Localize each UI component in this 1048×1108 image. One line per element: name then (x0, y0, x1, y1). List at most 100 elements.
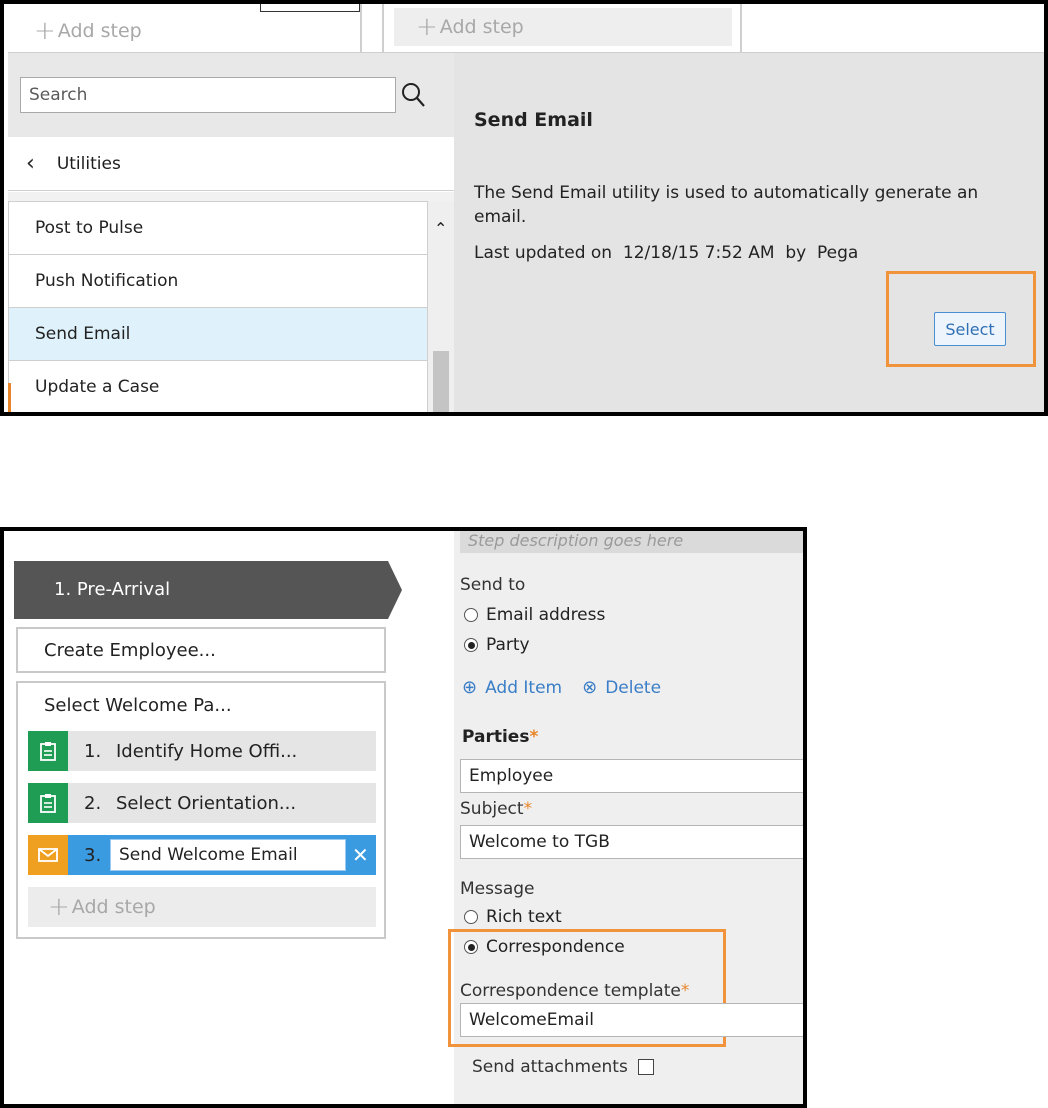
process-title: Create Employee... (44, 640, 216, 661)
step-name: Select Orientation... (116, 793, 297, 814)
column-divider (360, 4, 362, 52)
radio-button[interactable] (464, 608, 478, 622)
clipboard-icon (28, 731, 68, 771)
radio-label: Rich text (486, 907, 562, 927)
scrollbar-thumb[interactable] (433, 351, 449, 412)
template-input[interactable] (460, 1003, 803, 1037)
send-to-label: Send to (460, 575, 526, 595)
template-label-text: Correspondence template (460, 981, 681, 1001)
radio-party[interactable]: Party (464, 635, 530, 655)
radio-label: Party (486, 635, 530, 655)
detail-title: Send Email (474, 109, 593, 131)
message-label: Message (460, 879, 535, 899)
step-select-orientation[interactable]: 2. Select Orientation... (28, 783, 376, 823)
parties-label-text: Parties (462, 727, 530, 747)
utility-list: Post to Pulse Push Notification Send Ema… (8, 201, 428, 412)
edge-marker (8, 383, 11, 412)
add-item-link[interactable]: Add Item (485, 678, 562, 698)
column-divider (740, 4, 742, 52)
step-number: 1. (84, 741, 102, 762)
radio-button[interactable] (464, 910, 478, 924)
select-button[interactable]: Select (934, 312, 1006, 346)
send-attachments-checkbox[interactable] (637, 1059, 654, 1075)
add-step-button[interactable]: + Add step (28, 887, 376, 927)
stage-header[interactable]: 1. Pre-Arrival (14, 561, 402, 619)
chevron-up-icon[interactable]: ⌃ (434, 219, 447, 238)
back-to-utilities[interactable]: ‹ Utilities (8, 137, 454, 191)
send-email-config-panel: 1. Pre-Arrival Create Employee... Select… (0, 527, 807, 1108)
back-label: Utilities (56, 153, 121, 174)
radio-rich-text[interactable]: Rich text (464, 907, 562, 927)
add-step-label: Add step (439, 16, 524, 38)
add-step-label: Add step (57, 20, 142, 42)
tab-edge (260, 4, 360, 12)
attachments-label: Send attachments (472, 1057, 628, 1077)
chevron-left-icon: ‹ (26, 151, 35, 176)
updated-prefix: Last updated on (474, 243, 613, 263)
updated-by-prefix: by (785, 243, 807, 263)
add-circle-icon[interactable]: ⊕ (462, 677, 477, 698)
add-step-label: Add step (71, 896, 156, 918)
envelope-icon (28, 835, 68, 875)
list-item-label: Post to Pulse (35, 218, 144, 238)
search-input[interactable] (20, 77, 396, 113)
add-step-label-right[interactable]: + Add step (416, 14, 524, 40)
step-properties-form: Step description goes here Send to Email… (448, 531, 803, 1104)
utility-popover: ‹ Utilities Post to Pulse Push Notificat… (8, 52, 1044, 412)
step-number: 3. (84, 845, 102, 866)
list-item-label: Update a Case (35, 377, 160, 397)
template-label: Correspondence template* (460, 981, 689, 1001)
plus-icon: + (34, 16, 56, 46)
radio-button-selected[interactable] (464, 940, 478, 954)
subject-input[interactable] (460, 825, 803, 859)
step-number: 2. (84, 793, 102, 814)
close-icon[interactable]: ✕ (352, 843, 369, 867)
list-item-update-a-case[interactable]: Update a Case (9, 361, 427, 412)
delete-link[interactable]: Delete (605, 678, 661, 698)
list-item-push-notification[interactable]: Push Notification (9, 255, 427, 308)
plus-icon: + (48, 892, 70, 922)
step-name-input[interactable] (110, 839, 346, 871)
process-title: Select Welcome Pa... (44, 695, 232, 716)
utility-detail-pane: Send Email The Send Email utility is use… (454, 53, 1044, 412)
add-step-button-left[interactable]: + Add step (34, 18, 142, 44)
radio-email-address[interactable]: Email address (464, 605, 605, 625)
detail-description: The Send Email utility is used to automa… (474, 183, 979, 227)
list-item-post-to-pulse[interactable]: Post to Pulse (9, 202, 427, 255)
list-item-label: Send Email (35, 324, 131, 344)
process-select-welcome[interactable]: Select Welcome Pa... 1. Identify Home Of… (16, 681, 386, 939)
column-divider (382, 4, 384, 52)
updated-date: 12/18/15 7:52 AM (622, 243, 775, 263)
detail-updated: Last updated on 12/18/15 7:52 AM by Pega (474, 243, 858, 263)
utility-list-pane: ‹ Utilities Post to Pulse Push Notificat… (8, 53, 454, 412)
delete-circle-icon[interactable]: ⊗ (582, 677, 597, 698)
list-item-label: Push Notification (35, 271, 179, 291)
radio-label: Email address (486, 605, 606, 625)
step-send-welcome-email[interactable]: 3. ✕ (28, 835, 376, 875)
required-icon: * (680, 981, 690, 1001)
send-attachments-row: Send attachments (472, 1057, 654, 1077)
parties-label: Parties* (462, 727, 538, 747)
search-icon[interactable] (400, 81, 426, 109)
step-name: Identify Home Offi... (116, 741, 298, 762)
required-icon: * (523, 799, 533, 819)
updated-by: Pega (817, 243, 859, 263)
radio-correspondence[interactable]: Correspondence (464, 937, 625, 957)
process-create-employee[interactable]: Create Employee... (16, 627, 386, 673)
required-icon: * (529, 727, 539, 747)
utility-picker-panel: + Add step + Add step ‹ Utilities (0, 0, 1048, 416)
clipboard-icon (28, 783, 68, 823)
list-scrollbar[interactable]: ⌃ (428, 201, 454, 412)
stage-label: 1. Pre-Arrival (54, 579, 171, 600)
step-description-field[interactable]: Step description goes here (460, 531, 803, 553)
step-identify-home-office[interactable]: 1. Identify Home Offi... (28, 731, 376, 771)
radio-label: Correspondence (486, 937, 625, 957)
search-bar (8, 53, 454, 137)
subject-label-text: Subject (460, 799, 524, 819)
subject-label: Subject* (460, 799, 532, 819)
list-item-send-email[interactable]: Send Email (9, 308, 427, 361)
party-actions: ⊕ Add Item ⊗ Delete (462, 677, 681, 698)
plus-icon: + (416, 12, 438, 42)
parties-input[interactable] (460, 759, 803, 793)
radio-button-selected[interactable] (464, 638, 478, 652)
